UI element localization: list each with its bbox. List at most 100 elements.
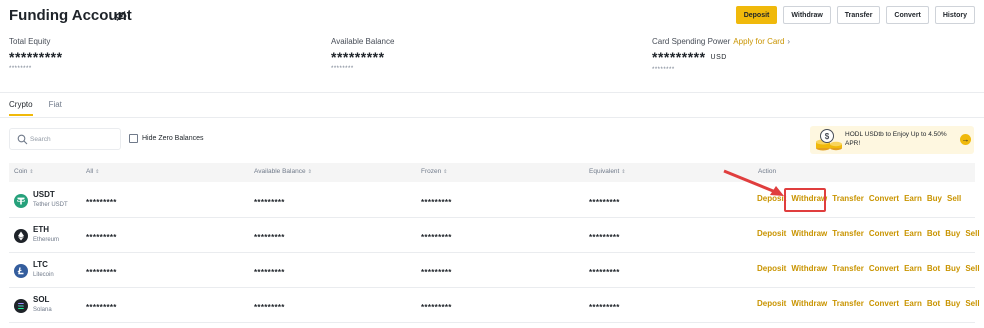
row-actions: Deposit Withdraw Transfer Convert Earn Bot Buy… bbox=[757, 264, 980, 273]
action-withdraw-link[interactable]: Withdraw bbox=[791, 264, 827, 273]
action-transfer-link[interactable]: Transfer bbox=[832, 264, 864, 273]
action-deposit-link[interactable]: Deposit bbox=[757, 264, 786, 273]
search-icon bbox=[17, 134, 28, 145]
th-available[interactable]: Available Balance ⇕ bbox=[254, 168, 312, 175]
card-spending-power-label: Card Spending Power bbox=[652, 37, 731, 46]
th-coin-label: Coin bbox=[14, 168, 28, 175]
total-equity-sub: ******** bbox=[9, 66, 32, 72]
arrow-right-icon[interactable]: → bbox=[960, 134, 971, 145]
action-bot-link[interactable]: Bot bbox=[927, 229, 940, 238]
card-spending-value: ********* bbox=[652, 49, 706, 65]
action-transfer-link[interactable]: Transfer bbox=[832, 229, 864, 238]
promo-banner[interactable]: $ HODL USDtb to Enjoy Up to 4.50% APR! → bbox=[810, 126, 974, 154]
search-input[interactable] bbox=[30, 133, 116, 145]
search-box[interactable] bbox=[9, 128, 121, 150]
tether-icon bbox=[14, 194, 28, 208]
available-balance-label: Available Balance bbox=[331, 37, 395, 46]
chevron-right-icon[interactable]: › bbox=[787, 37, 790, 46]
deposit-button[interactable]: Deposit bbox=[735, 6, 778, 24]
action-buy-link[interactable]: Buy bbox=[927, 194, 942, 203]
cell-all: ********* bbox=[86, 233, 117, 242]
action-deposit-link[interactable]: Deposit bbox=[757, 299, 786, 308]
action-withdraw-link[interactable]: Withdraw bbox=[791, 299, 827, 308]
page-title: Funding Account bbox=[9, 7, 132, 24]
action-earn-link[interactable]: Earn bbox=[904, 299, 922, 308]
action-convert-link[interactable]: Convert bbox=[869, 194, 899, 203]
cell-frozen: ********* bbox=[421, 268, 452, 277]
cell-frozen: ********* bbox=[421, 303, 452, 312]
coin-symbol[interactable]: USDT bbox=[33, 190, 55, 199]
total-equity: Total Equity ********* ******** bbox=[9, 37, 63, 72]
action-earn-link[interactable]: Earn bbox=[904, 264, 922, 273]
action-bot-link[interactable]: Bot bbox=[927, 264, 940, 273]
cell-frozen: ********* bbox=[421, 233, 452, 242]
history-button[interactable]: History bbox=[934, 6, 975, 24]
action-sell-link[interactable]: Sell bbox=[965, 299, 979, 308]
cell-available: ********* bbox=[254, 268, 285, 277]
card-spending-unit: USD bbox=[710, 54, 727, 62]
cell-all: ********* bbox=[86, 303, 117, 312]
action-convert-link[interactable]: Convert bbox=[869, 229, 899, 238]
total-equity-value: ********* bbox=[9, 49, 63, 65]
action-buy-link[interactable]: Buy bbox=[945, 229, 960, 238]
th-coin[interactable]: Coin ⇕ bbox=[14, 168, 34, 175]
table-row: SOL Solana ********* ********* ********* ****… bbox=[9, 288, 980, 323]
header: Funding Account Deposit Withdraw Transfe… bbox=[9, 6, 975, 28]
action-buy-link[interactable]: Buy bbox=[945, 299, 960, 308]
th-equivalent[interactable]: Equivalent ⇕ bbox=[589, 168, 626, 175]
action-transfer-link[interactable]: Transfer bbox=[832, 194, 864, 203]
available-balance-value: ********* bbox=[331, 49, 385, 65]
coin-name: Solana bbox=[33, 307, 52, 313]
section-divider bbox=[0, 92, 984, 93]
transfer-button[interactable]: Transfer bbox=[836, 6, 881, 24]
sort-icon: ⇕ bbox=[95, 169, 100, 175]
table-row: ETH Ethereum ********* ********* ********* **… bbox=[9, 218, 980, 253]
action-buy-link[interactable]: Buy bbox=[945, 264, 960, 273]
action-convert-link[interactable]: Convert bbox=[869, 299, 899, 308]
card-spending-value-row: ********* USD bbox=[652, 50, 790, 65]
coin-symbol[interactable]: ETH bbox=[33, 225, 49, 234]
solana-icon bbox=[14, 299, 28, 313]
th-all[interactable]: All ⇕ bbox=[86, 168, 99, 175]
action-earn-link[interactable]: Earn bbox=[904, 194, 922, 203]
promo-text: HODL USDtb to Enjoy Up to 4.50% APR! bbox=[845, 131, 947, 147]
total-equity-label: Total Equity bbox=[9, 37, 51, 46]
action-transfer-link[interactable]: Transfer bbox=[832, 299, 864, 308]
hide-zero-balances[interactable]: Hide Zero Balances bbox=[129, 134, 203, 143]
action-deposit-link[interactable]: Deposit bbox=[757, 229, 786, 238]
action-sell-link[interactable]: Sell bbox=[947, 194, 961, 203]
row-actions: Deposit Withdraw Transfer Convert Earn Bot Buy… bbox=[757, 299, 980, 308]
apply-for-card-link[interactable]: Apply for Card bbox=[733, 37, 784, 46]
ethereum-icon bbox=[14, 229, 28, 243]
table-row: LTC Litecoin ********* ********* ********* **… bbox=[9, 253, 980, 288]
hide-balance-eye-icon[interactable] bbox=[115, 10, 127, 22]
svg-text:$: $ bbox=[825, 132, 830, 141]
action-sell-link[interactable]: Sell bbox=[965, 229, 979, 238]
coin-symbol[interactable]: SOL bbox=[33, 295, 49, 304]
action-earn-link[interactable]: Earn bbox=[904, 229, 922, 238]
th-available-label: Available Balance bbox=[254, 168, 306, 175]
sort-icon: ⇕ bbox=[307, 169, 312, 175]
litecoin-icon bbox=[14, 264, 28, 278]
card-spending-label: Card Spending Power Apply for Card › bbox=[652, 37, 790, 46]
action-withdraw-link[interactable]: Withdraw bbox=[791, 229, 827, 238]
action-sell-link[interactable]: Sell bbox=[965, 264, 979, 273]
action-bot-link[interactable]: Bot bbox=[927, 299, 940, 308]
table-row: USDT Tether USDT ********* ********* *******… bbox=[9, 183, 975, 218]
action-convert-link[interactable]: Convert bbox=[869, 264, 899, 273]
cell-equivalent: ********* bbox=[589, 233, 620, 242]
tab-crypto[interactable]: Crypto bbox=[9, 100, 33, 116]
sort-icon: ⇕ bbox=[29, 169, 34, 175]
tab-fiat[interactable]: Fiat bbox=[49, 100, 62, 116]
withdraw-button[interactable]: Withdraw bbox=[783, 6, 831, 24]
sort-icon: ⇕ bbox=[621, 169, 626, 175]
cell-available: ********* bbox=[254, 303, 285, 312]
th-equivalent-label: Equivalent bbox=[589, 168, 620, 175]
cell-available: ********* bbox=[254, 233, 285, 242]
convert-button[interactable]: Convert bbox=[886, 6, 929, 24]
hide-zero-checkbox[interactable] bbox=[129, 134, 138, 143]
th-frozen[interactable]: Frozen ⇕ bbox=[421, 168, 447, 175]
cell-equivalent: ********* bbox=[589, 303, 620, 312]
cell-available: ********* bbox=[254, 198, 285, 207]
coin-symbol[interactable]: LTC bbox=[33, 260, 48, 269]
